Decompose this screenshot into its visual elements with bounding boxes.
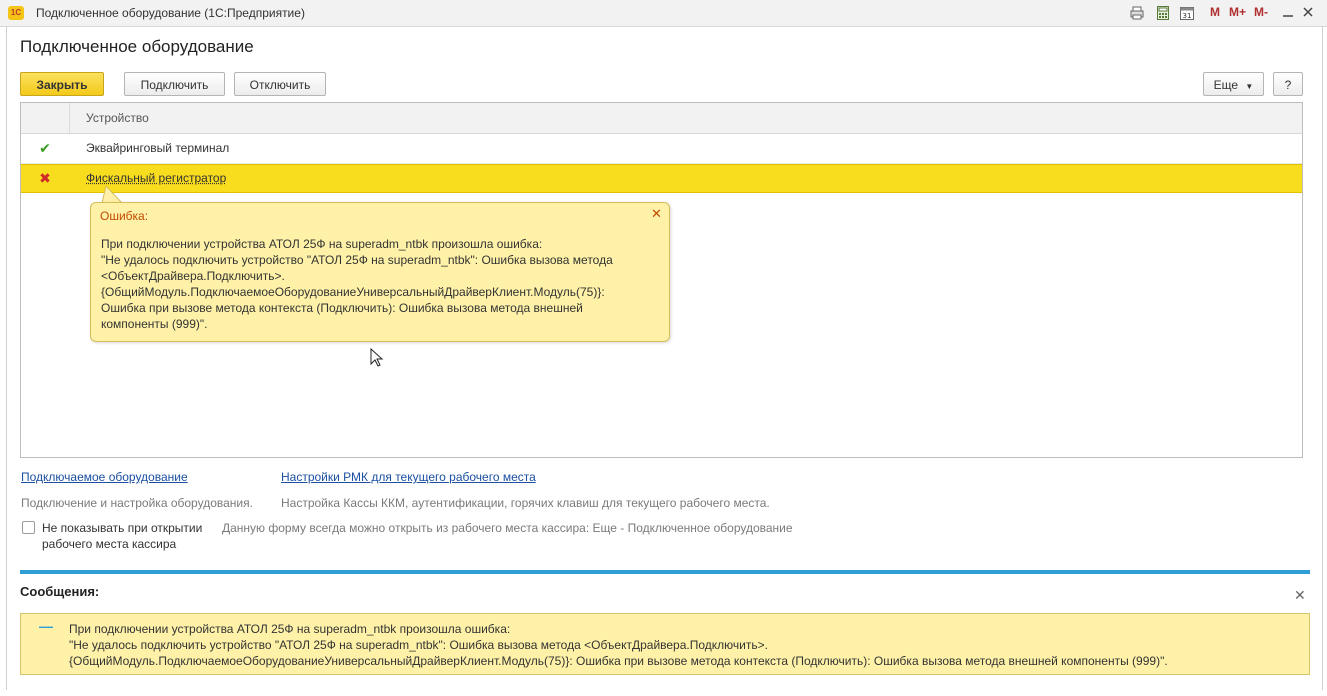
rmk-settings-link[interactable]: Настройки РМК для текущего рабочего мест… bbox=[281, 470, 536, 484]
tooltip-close-icon[interactable]: ✕ bbox=[651, 206, 662, 222]
print-icon[interactable] bbox=[1130, 6, 1144, 20]
memory-m-button[interactable]: M bbox=[1210, 5, 1220, 19]
dont-show-hint: Данную форму всегда можно открыть из раб… bbox=[222, 521, 793, 535]
header-separator bbox=[69, 103, 70, 133]
messages-divider bbox=[20, 570, 1310, 574]
dropdown-arrow-icon: ▼ bbox=[1245, 82, 1254, 91]
check-icon: ✔ bbox=[39, 140, 51, 156]
column-header-device[interactable]: Устройство bbox=[86, 111, 149, 125]
app-logo-icon: 1С bbox=[8, 6, 24, 20]
device-name: Фискальный регистратор bbox=[86, 171, 227, 185]
messages-close-icon[interactable]: ✕ bbox=[1294, 587, 1306, 604]
message-text: При подключении устройства АТОЛ 25Ф на s… bbox=[69, 622, 1168, 668]
message-item[interactable]: — При подключении устройства АТОЛ 25Ф на… bbox=[20, 613, 1310, 675]
memory-plus-button[interactable]: M+ bbox=[1229, 5, 1246, 19]
connected-equipment-note: Подключение и настройка оборудования. bbox=[21, 496, 253, 510]
connected-equipment-link[interactable]: Подключаемое оборудование bbox=[21, 470, 188, 484]
messages-title: Сообщения: bbox=[20, 584, 100, 599]
error-tooltip: Ошибка: ✕ При подключении устройства АТО… bbox=[90, 202, 670, 342]
mouse-pointer-icon bbox=[370, 348, 384, 367]
error-cross-icon: ✖ bbox=[39, 170, 51, 186]
connect-button[interactable]: Подключить bbox=[124, 72, 225, 96]
message-collapse-icon[interactable]: — bbox=[39, 618, 53, 634]
tooltip-body: При подключении устройства АТОЛ 25Ф на s… bbox=[101, 237, 613, 331]
svg-text:31: 31 bbox=[1183, 12, 1192, 20]
tooltip-title: Ошибка: bbox=[100, 209, 149, 223]
more-button[interactable]: Еще ▼ bbox=[1203, 72, 1264, 96]
minimize-icon[interactable] bbox=[1280, 4, 1296, 20]
table-row-selected[interactable]: ✖ Фискальный регистратор bbox=[21, 164, 1302, 193]
help-button[interactable]: ? bbox=[1273, 72, 1303, 96]
dont-show-on-open-checkbox[interactable] bbox=[22, 521, 35, 534]
close-button[interactable]: Закрыть bbox=[20, 72, 104, 96]
more-button-label: Еще bbox=[1213, 78, 1239, 92]
window-title: Подключенное оборудование (1С:Предприяти… bbox=[36, 6, 305, 20]
table-row[interactable]: ✔ Эквайринговый терминал bbox=[21, 134, 1302, 164]
dont-show-on-open-label[interactable]: Не показывать при открытии рабочего мест… bbox=[42, 520, 222, 552]
rmk-settings-note: Настройка Кассы ККМ, аутентификации, гор… bbox=[281, 496, 770, 510]
device-name: Эквайринговый терминал bbox=[86, 141, 230, 155]
window-title-bar: 1С Подключенное оборудование (1С:Предпри… bbox=[0, 0, 1327, 27]
form-title: Подключенное оборудование bbox=[20, 37, 254, 56]
disconnect-button[interactable]: Отключить bbox=[234, 72, 326, 96]
table-header: Устройство bbox=[21, 103, 1302, 134]
calculator-icon[interactable] bbox=[1156, 6, 1170, 20]
memory-minus-button[interactable]: M- bbox=[1254, 5, 1268, 19]
calendar-icon[interactable]: 31 bbox=[1180, 6, 1194, 20]
close-window-icon[interactable] bbox=[1300, 4, 1316, 20]
